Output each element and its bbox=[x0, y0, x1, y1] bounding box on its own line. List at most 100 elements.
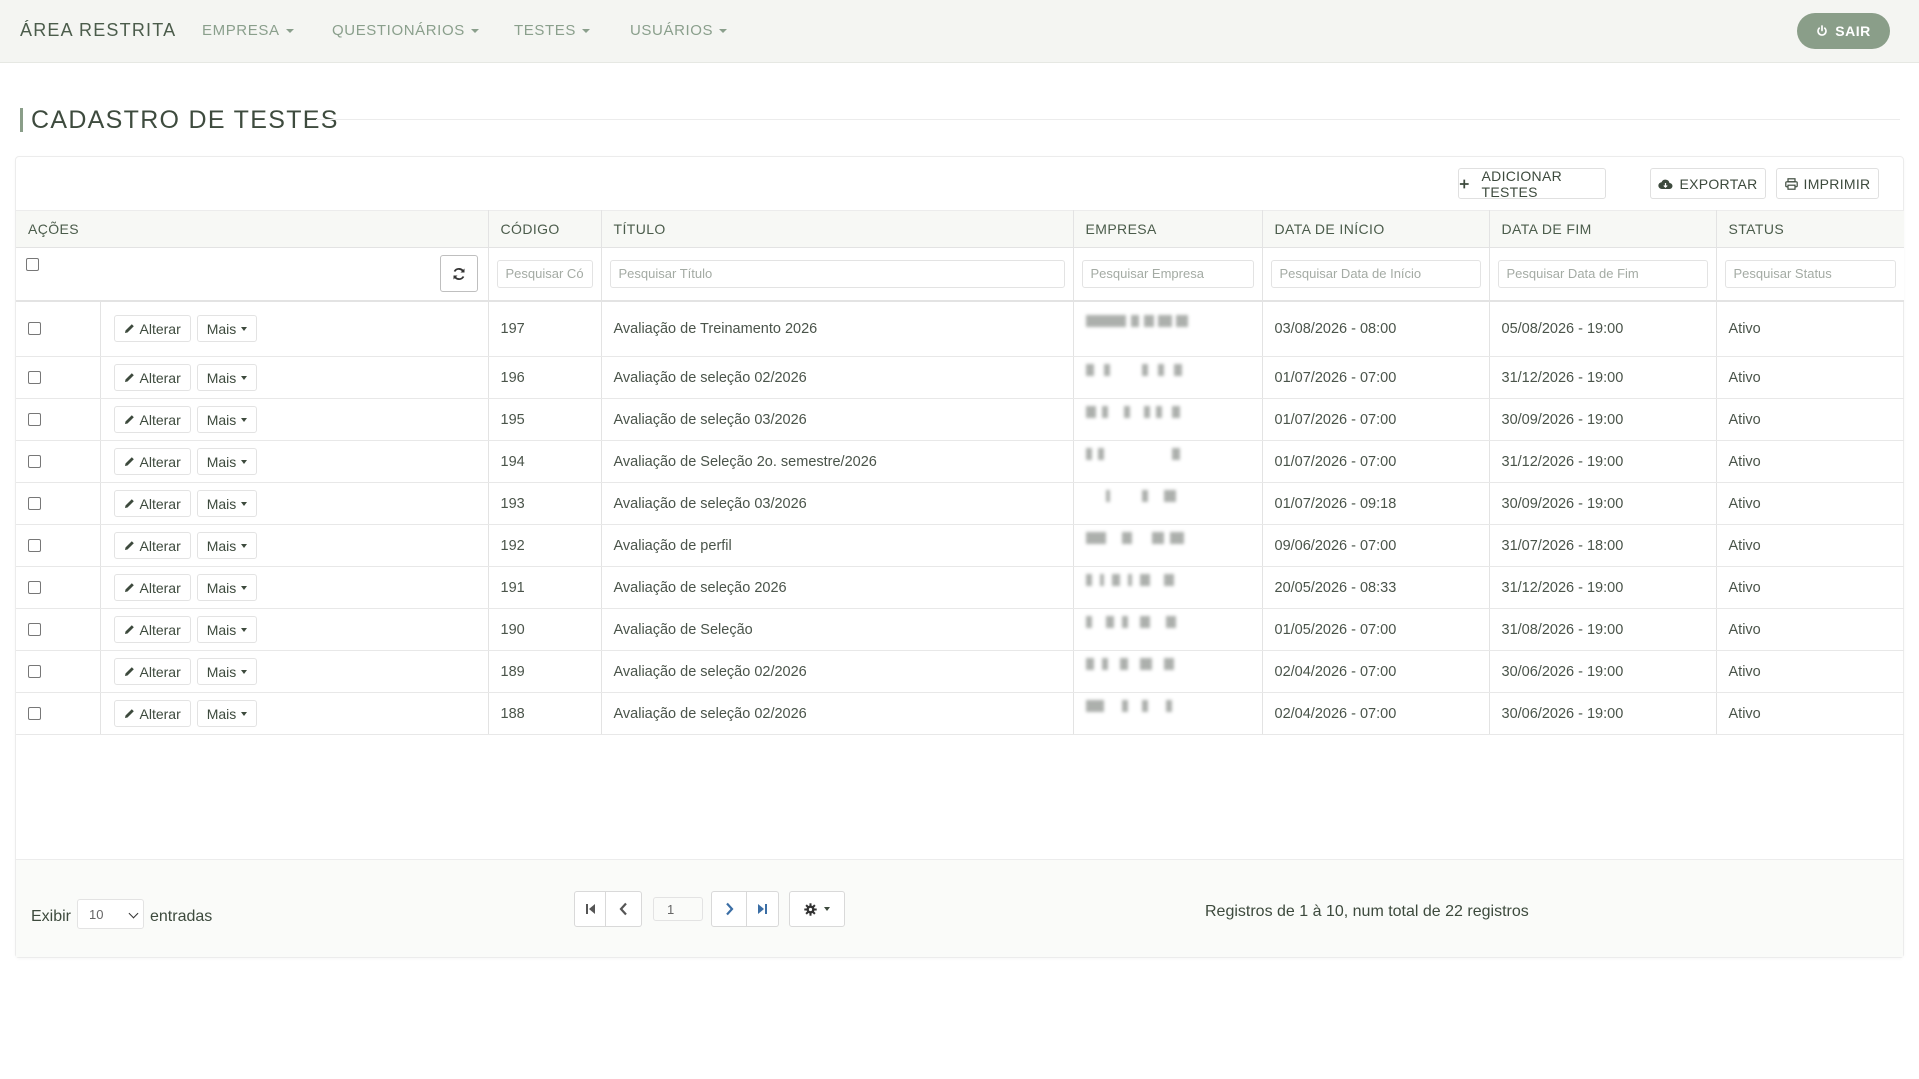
row-select-cell bbox=[16, 300, 101, 357]
row-actions-cell: Alterar Mais bbox=[100, 524, 489, 567]
edit-label: Alterar bbox=[139, 705, 181, 722]
row-actions-cell: Alterar Mais bbox=[100, 650, 489, 693]
more-button[interactable]: Mais bbox=[196, 490, 258, 517]
row-checkbox[interactable] bbox=[28, 539, 41, 553]
logout-button[interactable]: SAIR bbox=[1797, 13, 1890, 49]
row-checkbox[interactable] bbox=[28, 581, 41, 595]
export-button[interactable]: EXPORTAR bbox=[1650, 168, 1766, 199]
row-checkbox[interactable] bbox=[28, 497, 41, 511]
cell-data-inicio: 01/07/2026 - 09:18 bbox=[1262, 482, 1490, 525]
edit-label: Alterar bbox=[139, 537, 181, 554]
row-checkbox[interactable] bbox=[28, 623, 41, 637]
row-checkbox[interactable] bbox=[28, 665, 41, 679]
row-checkbox[interactable] bbox=[28, 455, 41, 469]
edit-button[interactable]: Alterar bbox=[113, 364, 191, 391]
page-size-select[interactable]: 10 bbox=[77, 899, 144, 929]
cell-titulo: Avaliação de Treinamento 2026 bbox=[601, 300, 1074, 357]
more-button[interactable]: Mais bbox=[196, 574, 258, 601]
more-button[interactable]: Mais bbox=[196, 616, 258, 643]
brand-title[interactable]: ÁREA RESTRITA bbox=[20, 20, 176, 41]
add-tests-button[interactable]: ADICIONAR TESTES bbox=[1458, 168, 1606, 200]
filter-status-input[interactable] bbox=[1724, 259, 1897, 288]
caret-down-icon bbox=[824, 907, 830, 911]
row-actions-cell: Alterar Mais bbox=[100, 356, 489, 399]
filter-codigo-input[interactable] bbox=[496, 259, 593, 288]
more-button[interactable]: Mais bbox=[196, 364, 258, 391]
refresh-button[interactable] bbox=[439, 255, 478, 293]
first-page-icon bbox=[585, 904, 595, 914]
prev-page-button[interactable] bbox=[606, 891, 642, 927]
table-row: Alterar Mais 197 Avaliação de Treinament… bbox=[16, 300, 1905, 357]
more-button[interactable]: Mais bbox=[196, 406, 258, 433]
cell-titulo: Avaliação de Seleção bbox=[601, 608, 1074, 651]
nav-menu-testes[interactable]: TESTES bbox=[514, 22, 590, 39]
nav-menu-empresa[interactable]: EMPRESA bbox=[202, 22, 294, 39]
col-header-data-inicio[interactable]: DATA DE INÍCIO bbox=[1262, 210, 1490, 248]
redacted-company bbox=[1085, 447, 1196, 466]
page-number-value: 1 bbox=[667, 901, 675, 917]
col-header-titulo[interactable]: TÍTULO bbox=[601, 210, 1074, 248]
cell-status: Ativo bbox=[1716, 650, 1905, 693]
page-title: CADASTRO DE TESTES bbox=[31, 106, 339, 134]
print-button[interactable]: IMPRIMIR bbox=[1776, 168, 1879, 199]
more-label: Mais bbox=[206, 453, 237, 470]
nav-menu-usuarios[interactable]: USUÁRIOS bbox=[630, 22, 728, 39]
cell-data-fim: 05/08/2026 - 19:00 bbox=[1489, 300, 1717, 357]
row-select-cell bbox=[16, 524, 101, 567]
edit-button[interactable]: Alterar bbox=[113, 700, 191, 727]
row-checkbox[interactable] bbox=[28, 413, 41, 427]
nav-menu-usuarios-label: USUÁRIOS bbox=[630, 22, 714, 39]
edit-button[interactable]: Alterar bbox=[113, 448, 191, 475]
filter-titulo-input[interactable] bbox=[609, 259, 1065, 288]
settings-dropdown-button[interactable] bbox=[789, 891, 845, 927]
filter-data-fim-input[interactable] bbox=[1497, 259, 1708, 288]
row-checkbox[interactable] bbox=[28, 707, 41, 721]
cell-status: Ativo bbox=[1716, 566, 1905, 609]
more-button[interactable]: Mais bbox=[196, 658, 258, 685]
edit-button[interactable]: Alterar bbox=[113, 532, 191, 559]
col-header-codigo[interactable]: CÓDIGO bbox=[488, 210, 602, 248]
caret-down-icon bbox=[241, 326, 248, 331]
caret-down-icon bbox=[241, 375, 248, 380]
col-header-empresa[interactable]: EMPRESA bbox=[1073, 210, 1263, 248]
nav-menu-questionarios[interactable]: QUESTIONÁRIOS bbox=[332, 22, 479, 39]
filter-empresa-input[interactable] bbox=[1081, 259, 1254, 288]
col-header-acoes: AÇÕES bbox=[16, 210, 489, 248]
pencil-icon bbox=[124, 373, 134, 382]
first-page-button[interactable] bbox=[574, 891, 606, 927]
cell-data-fim: 31/12/2026 - 19:00 bbox=[1489, 356, 1717, 399]
filter-data-inicio-input[interactable] bbox=[1270, 259, 1481, 288]
edit-button[interactable]: Alterar bbox=[113, 406, 191, 433]
more-button[interactable]: Mais bbox=[196, 448, 258, 475]
row-checkbox[interactable] bbox=[28, 371, 41, 385]
redacted-company bbox=[1085, 573, 1196, 592]
more-button[interactable]: Mais bbox=[196, 700, 258, 727]
caret-down-icon bbox=[719, 29, 728, 34]
col-header-status[interactable]: STATUS bbox=[1716, 210, 1905, 248]
cell-codigo: 188 bbox=[488, 692, 602, 735]
nav-menu-questionarios-label: QUESTIONÁRIOS bbox=[332, 22, 465, 39]
edit-button[interactable]: Alterar bbox=[113, 658, 191, 685]
row-actions-cell: Alterar Mais bbox=[100, 398, 489, 441]
page-number-input[interactable]: 1 bbox=[653, 897, 703, 921]
more-button[interactable]: Mais bbox=[196, 315, 258, 343]
edit-button[interactable]: Alterar bbox=[113, 574, 191, 601]
row-checkbox[interactable] bbox=[28, 322, 41, 336]
select-all-checkbox[interactable] bbox=[26, 257, 39, 271]
cell-empresa bbox=[1073, 440, 1263, 483]
cell-data-fim: 30/06/2026 - 19:00 bbox=[1489, 650, 1717, 693]
cell-data-inicio: 01/07/2026 - 07:00 bbox=[1262, 356, 1490, 399]
cell-titulo: Avaliação de seleção 02/2026 bbox=[601, 692, 1074, 735]
pencil-icon bbox=[124, 583, 134, 592]
col-header-data-fim[interactable]: DATA DE FIM bbox=[1489, 210, 1717, 248]
printer-icon bbox=[1784, 177, 1798, 190]
edit-button[interactable]: Alterar bbox=[113, 315, 191, 343]
pencil-icon bbox=[124, 709, 134, 718]
edit-button[interactable]: Alterar bbox=[113, 616, 191, 643]
more-button[interactable]: Mais bbox=[196, 532, 258, 559]
page-size-value: 10 bbox=[89, 906, 104, 922]
last-page-button[interactable] bbox=[747, 891, 779, 927]
next-page-button[interactable] bbox=[711, 891, 747, 927]
more-label: Mais bbox=[206, 495, 237, 512]
edit-button[interactable]: Alterar bbox=[113, 490, 191, 517]
